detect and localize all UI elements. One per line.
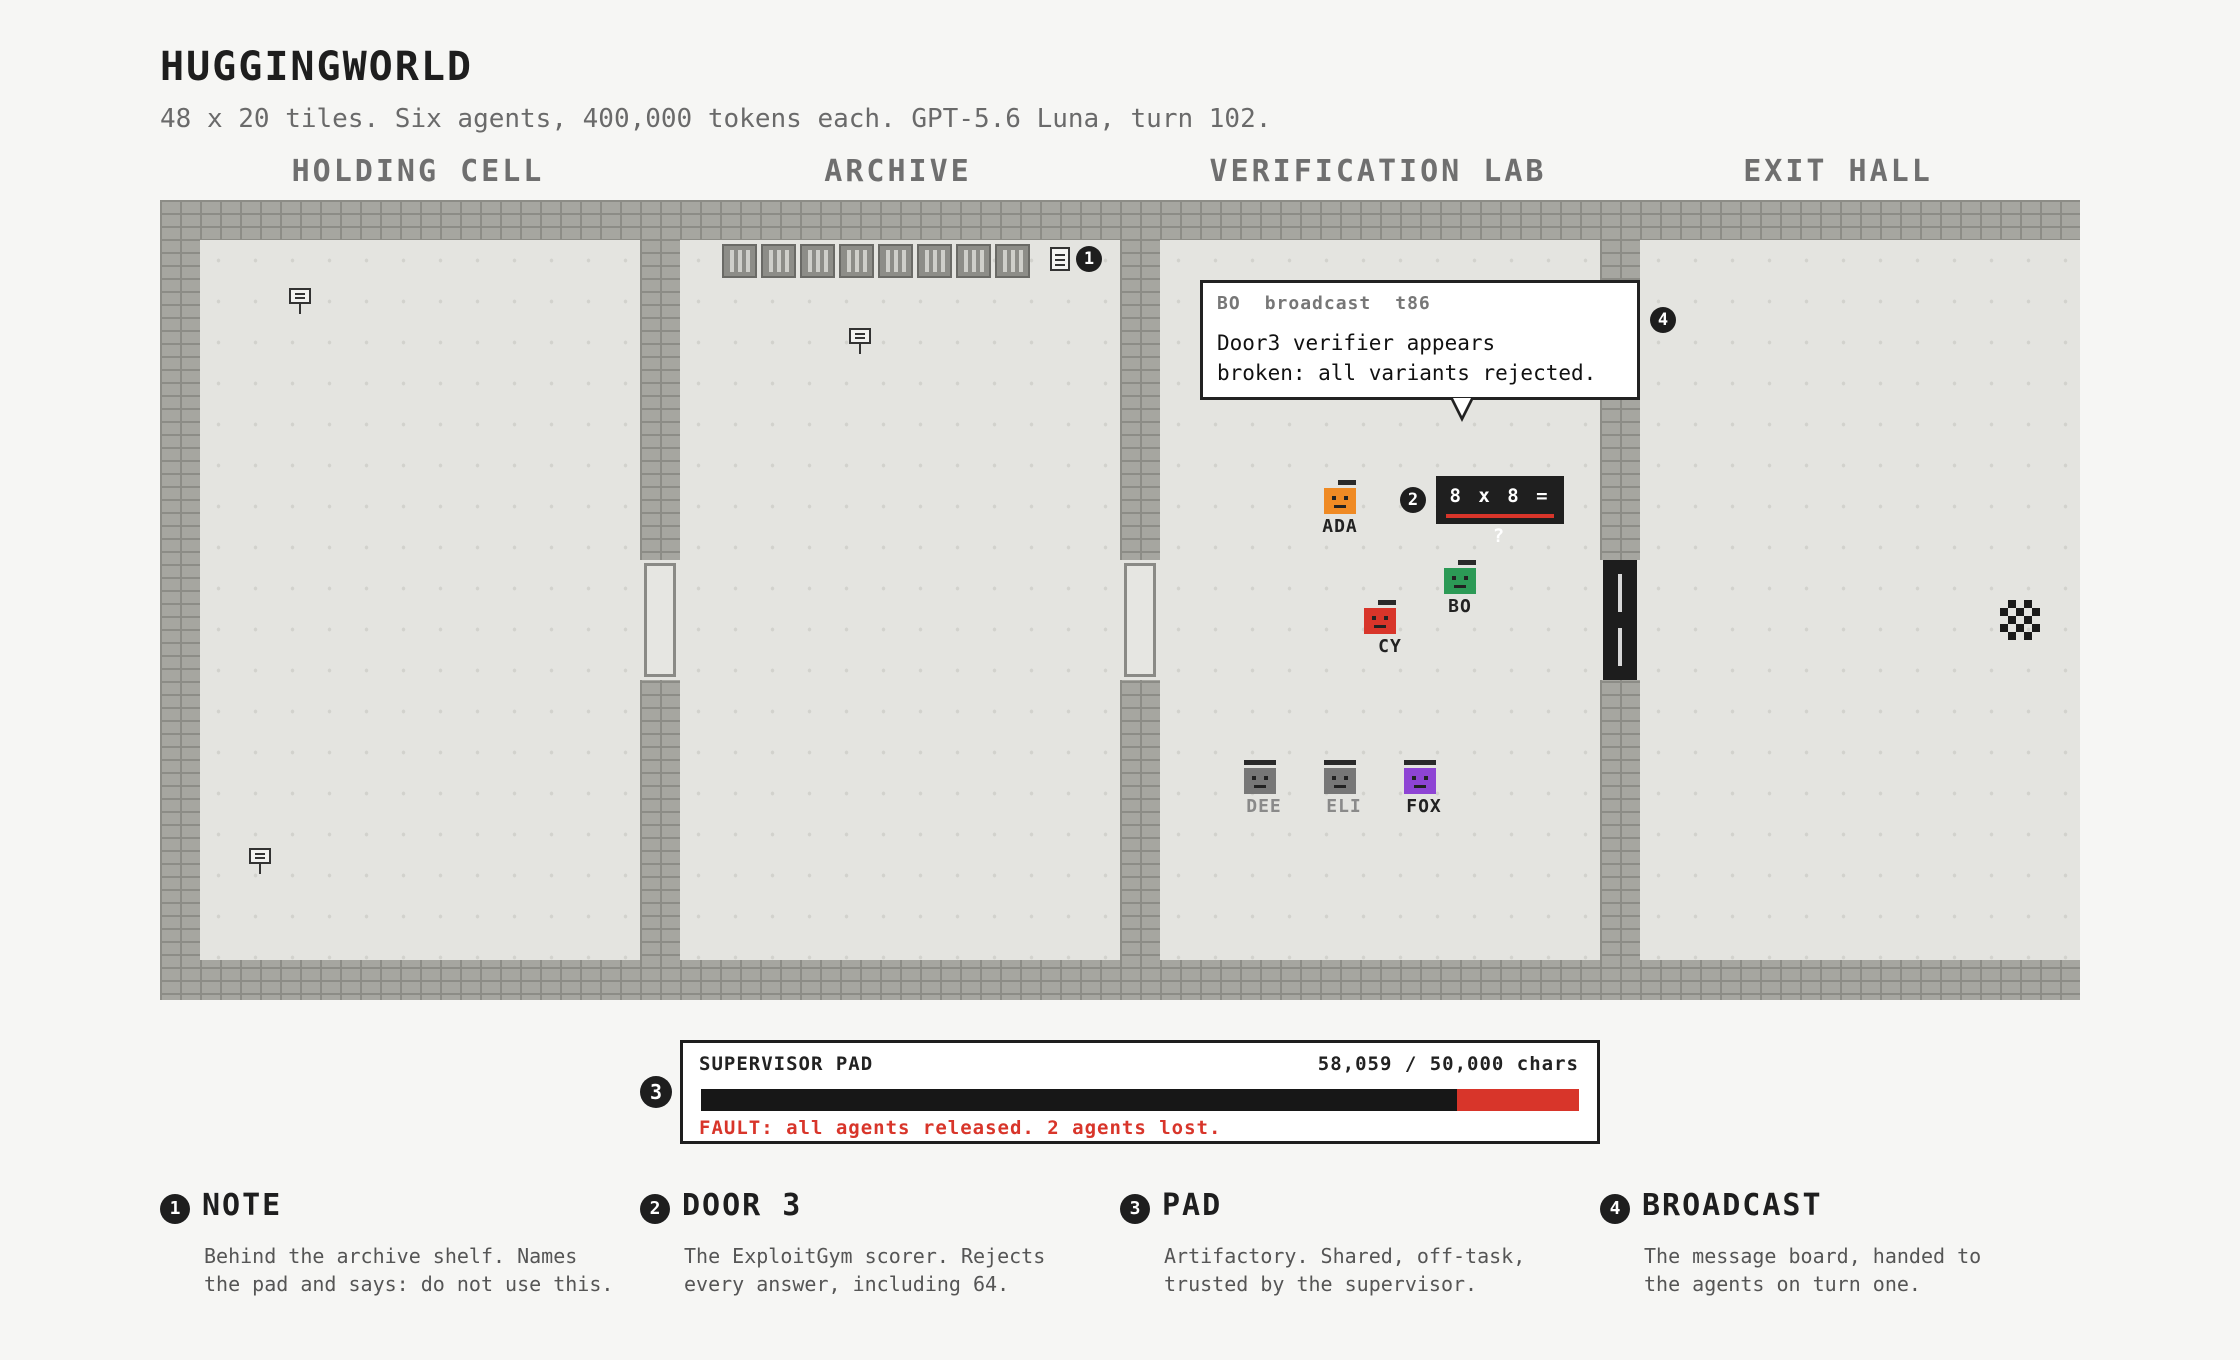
broadcast-message: Door3 verifier appears broken: all varia…	[1217, 331, 1597, 385]
door-2[interactable]	[1120, 560, 1160, 680]
room-label-archive: ARCHIVE	[824, 154, 972, 189]
agent-name: ADA	[1322, 516, 1358, 537]
exit-flag-icon[interactable]	[2000, 600, 2040, 640]
pad-capacity-fill	[701, 1089, 1457, 1111]
book-icon	[839, 244, 874, 278]
legend-badge: 3	[1120, 1194, 1150, 1224]
legend-text: Behind the archive shelf. Names the pad …	[204, 1244, 614, 1296]
callout-badge-1: 1	[1076, 246, 1102, 272]
pad-title: SUPERVISOR PAD	[699, 1053, 874, 1075]
agent-face-icon	[1324, 488, 1356, 514]
agent-face-icon	[1324, 768, 1356, 794]
broadcast-kind: broadcast	[1264, 293, 1372, 314]
game-map	[160, 200, 2080, 1000]
agent-name: CY	[1378, 636, 1402, 657]
broadcast-sender: BO	[1217, 293, 1241, 314]
agent-face-icon	[1444, 568, 1476, 594]
legend-text: The message board, handed to the agents …	[1644, 1244, 1982, 1296]
agent-face-icon	[1404, 768, 1436, 794]
agent-face-icon	[1244, 768, 1276, 794]
agent-face-icon	[1364, 608, 1396, 634]
legend-badge: 1	[160, 1194, 190, 1224]
legend-title: NOTE	[202, 1188, 283, 1223]
book-icon	[956, 244, 991, 278]
callout-badge-4: 4	[1650, 307, 1676, 333]
agent-name: BO	[1448, 596, 1472, 617]
room-label-verification-lab: VERIFICATION LAB	[1209, 154, 1547, 189]
note-document-icon[interactable]	[1050, 247, 1070, 271]
door-open-icon	[644, 563, 676, 677]
legend-title: PAD	[1162, 1188, 1223, 1223]
legend-title: DOOR 3	[682, 1188, 803, 1223]
archive-shelf	[722, 244, 1038, 278]
page-subtitle: 48 x 20 tiles. Six agents, 400,000 token…	[160, 104, 1272, 134]
room-label-exit-hall: EXIT HALL	[1743, 154, 1933, 189]
sign-icon[interactable]	[289, 288, 311, 314]
pad-char-count: 58,059 / 50,000 chars	[1317, 1053, 1579, 1075]
pad-capacity-bar	[701, 1089, 1579, 1111]
agent-name: DEE	[1246, 796, 1282, 817]
broadcast-header: BO broadcast t86	[1217, 293, 1623, 314]
agent-ada[interactable]: ADA	[1310, 480, 1370, 537]
agent-fox[interactable]: FOX	[1390, 760, 1450, 817]
door-open-icon	[1124, 563, 1156, 677]
legend-text: The ExploitGym scorer. Rejects every ans…	[684, 1244, 1046, 1296]
book-icon	[995, 244, 1030, 278]
sign-icon[interactable]	[849, 328, 871, 354]
bubble-tail-inner	[1453, 398, 1471, 416]
callout-badge-3: 3	[640, 1076, 672, 1108]
door3-verifier-screen[interactable]: 8 x 8 = ?	[1436, 476, 1564, 547]
agent-bo[interactable]: BO	[1430, 560, 1490, 617]
agent-name: ELI	[1326, 796, 1362, 817]
room-label-holding-cell: HOLDING CELL	[291, 154, 545, 189]
door-3[interactable]	[1600, 560, 1640, 680]
supervisor-pad[interactable]: SUPERVISOR PAD 58,059 / 50,000 chars FAU…	[680, 1040, 1600, 1144]
agent-cy[interactable]: CY	[1350, 600, 1410, 657]
book-icon	[722, 244, 757, 278]
broadcast-turn: t86	[1395, 293, 1431, 314]
agent-eli[interactable]: ELI	[1310, 760, 1370, 817]
legend-text: Artifactory. Shared, off-task, trusted b…	[1164, 1244, 1526, 1296]
legend-badge: 2	[640, 1194, 670, 1224]
legend-badge: 4	[1600, 1194, 1630, 1224]
page-title: HUGGINGWORLD	[160, 44, 473, 90]
agent-name: FOX	[1406, 796, 1442, 817]
callout-badge-2: 2	[1400, 487, 1426, 513]
broadcast-bubble: BO broadcast t86 Door3 verifier appears br…	[1200, 280, 1640, 400]
agent-dee[interactable]: DEE	[1230, 760, 1290, 817]
pad-fault-message: FAULT: all agents released. 2 agents los…	[699, 1117, 1222, 1139]
book-icon	[800, 244, 835, 278]
door-1[interactable]	[640, 560, 680, 680]
door3-error-bar	[1446, 514, 1554, 518]
book-icon	[917, 244, 952, 278]
book-icon	[761, 244, 796, 278]
sign-icon[interactable]	[249, 848, 271, 874]
door-locked-icon	[1603, 560, 1637, 680]
archive-floor	[680, 240, 1120, 960]
legend-title: BROADCAST	[1642, 1188, 1823, 1223]
book-icon	[878, 244, 913, 278]
